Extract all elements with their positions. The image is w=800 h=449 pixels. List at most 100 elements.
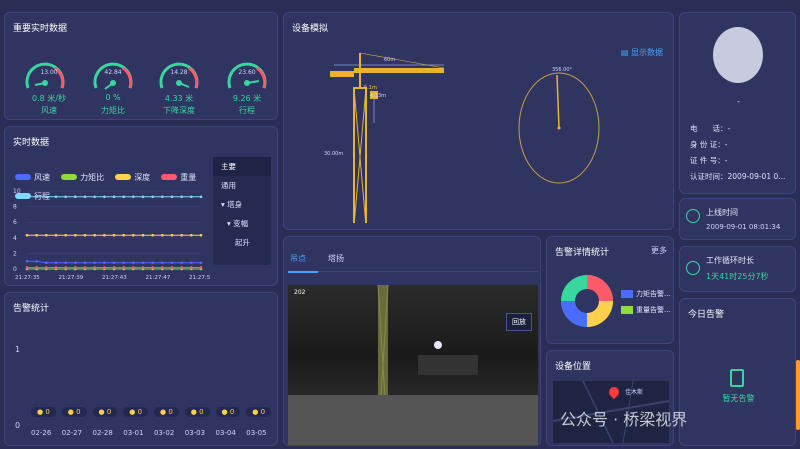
playback-button[interactable]: 回放 [506,313,532,331]
data-point [35,259,38,263]
legend-item[interactable]: 深度 [115,172,150,183]
data-point [93,195,96,199]
count-badge: ● 0 [123,407,149,417]
more-link[interactable]: 更多 [651,245,667,256]
menu-item-tower[interactable]: ▾ 塔身 [213,195,271,214]
tab-tower[interactable]: 塔扬 [328,253,344,264]
camera-video[interactable]: 202 回放 [288,285,538,445]
data-point [190,266,193,269]
count-badge: ● 0 [246,407,272,417]
gauge-label: 行程 [239,106,255,115]
data-point [132,195,135,199]
data-point [161,195,164,199]
realtime-chart-panel: 实时数据 风速 力矩比 深度 重量 行程 10 8 6 4 2 0 21:27:35 21:2… [4,126,278,286]
gauge-travel [227,62,267,89]
hook-label: 4.33m [370,93,386,99]
online-value: 2009-09-01 08:01:34 [706,223,781,231]
data-point [83,195,87,199]
data-point [170,266,174,269]
data-point [64,195,67,199]
data-point [25,233,29,237]
alarm-detail-panel: 告警详情统计 更多 力矩告警... 重量告警... [546,236,674,344]
watermark: 公众号 · 桥梁视界 [560,410,688,429]
camera-label: 202 [294,289,306,296]
camera-panel: 吊点 塔扬 202 回放 [283,236,541,446]
tab-lift-point[interactable]: 吊点 [290,253,306,264]
data-point [35,266,38,269]
jib-length-label: 60m [384,57,395,63]
power-icon [686,209,700,223]
data-point [190,195,193,199]
gauge-value: 0 % [105,93,121,102]
data-point [93,261,96,265]
data-point [45,195,48,199]
data-point [83,233,87,237]
gauge-value: 0.8 米/秒 [32,94,66,103]
scrollbar[interactable] [796,360,800,430]
data-point [141,266,145,269]
data-point [83,266,87,269]
data-point [103,266,106,269]
date-tick: 03-01 [123,429,144,437]
gauge-value: 4.33 米 [164,94,194,103]
x-tick: 21:27:43 [102,275,127,281]
data-point [170,195,174,199]
cycle-value: 1天41时25分7秒 [706,272,769,281]
y-tick: 6 [13,219,17,226]
date-tick: 03-05 [246,429,267,437]
online-panel: 上线时间 2009-09-01 08:01:34 [679,198,796,240]
date-tick: 02-27 [61,429,83,437]
panel-title: 设备位置 [555,362,592,372]
gauge-center-value: 42.84 [104,69,122,76]
count-badge: ● 0 [154,407,179,417]
data-point [122,233,125,237]
data-point [112,261,116,265]
chart-menu: 主要 通用 ▾ 塔身 ▾ 变幅 起升 [213,157,271,265]
data-point [132,266,135,269]
data-point [74,261,77,265]
data-point [180,266,183,269]
data-point [132,233,135,237]
date-tick: 02-26 [31,429,52,437]
profile-name: - [737,97,740,106]
panel-title: 告警统计 [13,304,50,314]
realtime-line-chart: 10 8 6 4 2 0 21:27:35 21:27:39 21:27:43 21:27:47 2… [13,188,211,281]
data-point [161,233,164,237]
show-data-button[interactable]: ▤ 显示数据 [621,47,663,58]
menu-item-general[interactable]: 通用 [213,176,271,195]
menu-item-main[interactable]: 主要 [213,157,271,176]
panel-title: 实时数据 [13,138,50,148]
tab-divider [288,271,538,272]
today-alarm-panel: 今日告警 暂无告警 [679,298,796,446]
gauge-depth [159,62,199,89]
gauge-center-value: 14.28 [170,69,188,76]
gauge-wind [25,62,65,89]
tab-indicator [288,271,318,273]
count-badge: ● 0 [184,407,210,417]
cycle-panel: 工作循环时长 1天41时25分7秒 [679,246,796,292]
gauge-label: 风速 [41,106,57,115]
data-point [141,233,145,237]
online-title: 上线时间 [706,208,738,217]
legend-item[interactable]: 风速 [15,172,50,183]
alarm-pie-chart [561,275,613,327]
data-point [199,266,203,269]
data-point [199,261,203,265]
data-point [112,266,116,269]
legend-item[interactable]: 力矩比 [61,172,104,183]
clock-icon [686,261,700,275]
data-point [64,261,67,265]
data-point [54,266,58,269]
data-point [93,266,96,269]
date-tick: 02-28 [92,429,113,437]
data-point [141,261,145,265]
panel-title: 告警详情统计 [555,248,610,258]
profile-row: 认证时间：2009-09-01 0... [690,172,786,181]
gauge-center-value: 23.60 [238,69,256,76]
menu-item-hoist[interactable]: 起升 [213,233,271,252]
menu-item-luffing[interactable]: ▾ 变幅 [213,214,271,233]
data-point [170,261,174,265]
y-tick: 10 [13,188,21,195]
legend-item[interactable]: 重量 [161,172,196,183]
data-point [25,259,29,263]
